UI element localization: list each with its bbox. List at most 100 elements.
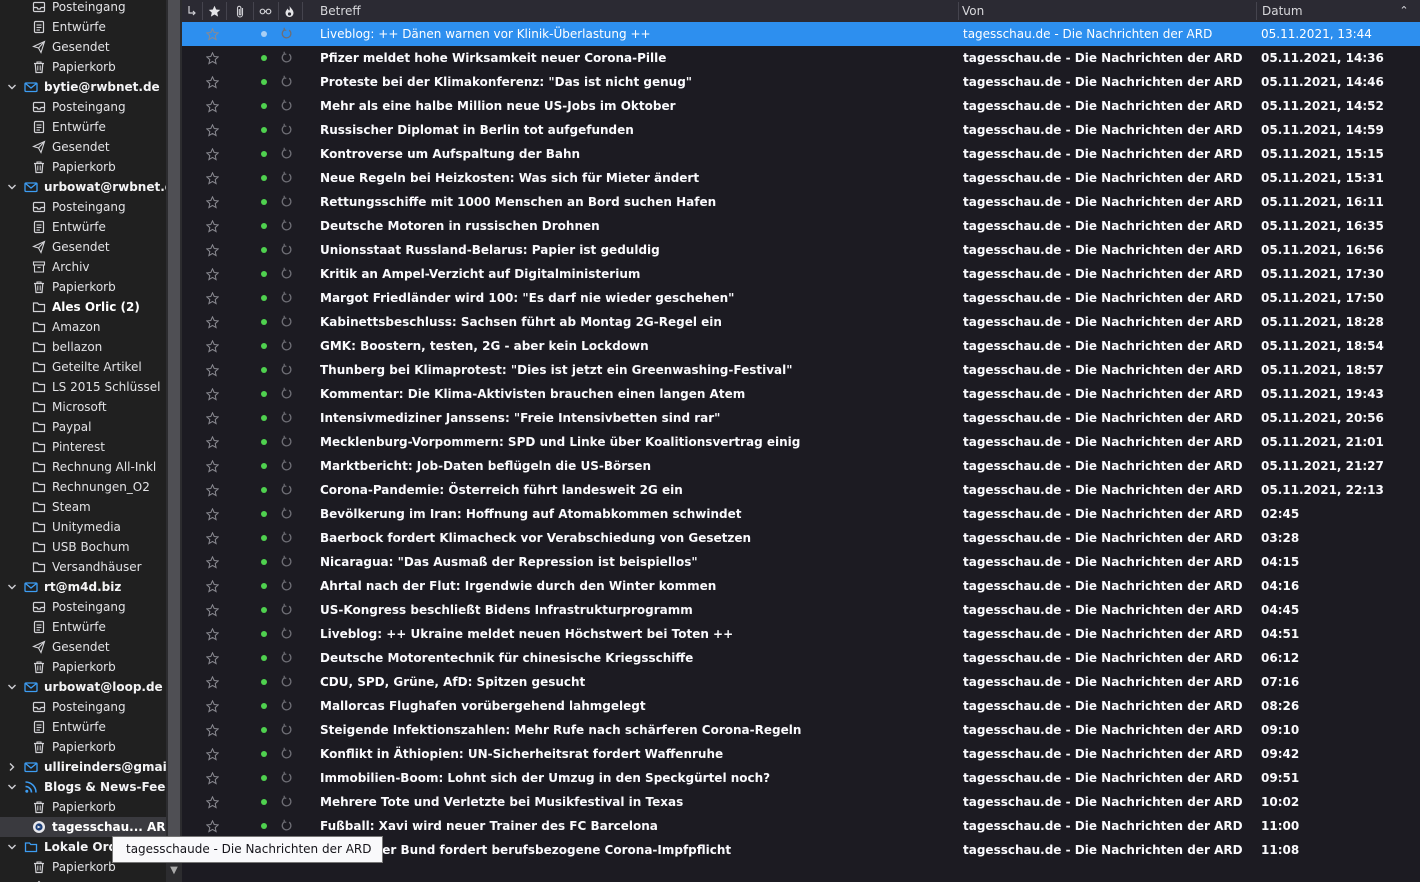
read-status-dot-icon[interactable] (261, 439, 267, 445)
message-row[interactable]: Russischer Diplomat in Berlin tot aufgef… (182, 118, 1420, 142)
message-row[interactable]: Kontroverse um Aufspaltung der Bahn tages… (182, 142, 1420, 166)
folder-tree-item[interactable]: Papierkorb (0, 737, 166, 757)
junk-status-icon[interactable] (280, 531, 294, 545)
star-icon[interactable] (206, 532, 219, 545)
junk-status-icon[interactable] (280, 195, 294, 209)
star-icon[interactable] (206, 580, 219, 593)
folder-tree-item[interactable]: Papierkorb (0, 797, 166, 817)
folder-tree-item[interactable]: Entwürfe (0, 17, 166, 37)
star-icon[interactable] (206, 388, 219, 401)
read-status-dot-icon[interactable] (261, 199, 267, 205)
star-icon[interactable] (206, 340, 219, 353)
star-icon[interactable] (206, 196, 219, 209)
message-row[interactable]: Proteste bei der Klimakonferenz: "Das is… (182, 70, 1420, 94)
chevron-right-icon[interactable] (6, 757, 18, 777)
junk-status-icon[interactable] (280, 27, 294, 41)
star-column-header[interactable] (203, 0, 225, 22)
folder-tree-account[interactable]: bytie@rwbnet.de (0, 77, 166, 97)
junk-status-icon[interactable] (280, 675, 294, 689)
read-status-dot-icon[interactable] (261, 727, 267, 733)
read-status-column-header[interactable] (254, 0, 278, 22)
message-row[interactable]: Unionsstaat Russland-Belarus: Papier ist… (182, 238, 1420, 262)
star-icon[interactable] (206, 316, 219, 329)
junk-status-icon[interactable] (280, 147, 294, 161)
star-icon[interactable] (206, 724, 219, 737)
read-status-dot-icon[interactable] (261, 535, 267, 541)
junk-status-icon[interactable] (280, 363, 294, 377)
message-row[interactable]: Kabinettsbeschluss: Sachsen führt ab Mon… (182, 310, 1420, 334)
folder-tree-item[interactable]: Posteingang (0, 697, 166, 717)
read-status-dot-icon[interactable] (261, 295, 267, 301)
message-row[interactable]: Thunberg bei Klimaprotest: "Dies ist jet… (182, 358, 1420, 382)
read-status-dot-icon[interactable] (261, 271, 267, 277)
message-row[interactable]: Bevölkerung im Iran: Hoffnung auf Atomab… (182, 502, 1420, 526)
junk-status-icon[interactable] (280, 387, 294, 401)
scroll-down-arrow-icon[interactable]: ▼ (166, 862, 182, 880)
read-status-dot-icon[interactable] (261, 103, 267, 109)
folder-tree-account[interactable]: urbowat@loop.de (0, 677, 166, 697)
folder-tree-item[interactable]: Rechnung All-Inkl (0, 457, 166, 477)
star-icon[interactable] (206, 508, 219, 521)
junk-status-icon[interactable] (280, 459, 294, 473)
star-icon[interactable] (206, 460, 219, 473)
read-status-dot-icon[interactable] (261, 151, 267, 157)
junk-status-icon[interactable] (280, 267, 294, 281)
junk-status-icon[interactable] (280, 627, 294, 641)
sort-ascending-icon[interactable]: ⌃ (1397, 0, 1411, 22)
read-status-dot-icon[interactable] (261, 127, 267, 133)
folder-tree-item[interactable]: Papierkorb (0, 157, 166, 177)
read-status-dot-icon[interactable] (261, 31, 267, 37)
message-row[interactable]: Liveblog: ++ Ukraine meldet neuen Höchst… (182, 622, 1420, 646)
folder-tree-item[interactable]: Entwürfe (0, 117, 166, 137)
star-icon[interactable] (206, 124, 219, 137)
junk-status-icon[interactable] (280, 435, 294, 449)
message-row[interactable]: Mehr als eine halbe Million neue US-Jobs… (182, 94, 1420, 118)
date-column-header[interactable]: Datum (1262, 0, 1382, 22)
message-row[interactable]: Steigende Infektionszahlen: Mehr Rufe na… (182, 718, 1420, 742)
junk-status-icon[interactable] (280, 555, 294, 569)
message-row[interactable]: Rettungsschiffe mit 1000 Menschen an Bor… (182, 190, 1420, 214)
folder-tree-item[interactable]: Steam (0, 497, 166, 517)
star-icon[interactable] (206, 172, 219, 185)
folder-tree-item[interactable]: Posteingang (0, 597, 166, 617)
read-status-dot-icon[interactable] (261, 319, 267, 325)
junk-status-icon[interactable] (280, 651, 294, 665)
junk-status-icon[interactable] (280, 411, 294, 425)
folder-tree-item[interactable]: Entwürfe (0, 717, 166, 737)
folder-tree-item[interactable]: Geteilte Artikel (0, 357, 166, 377)
junk-status-icon[interactable] (280, 171, 294, 185)
message-row[interactable]: GMK: Boostern, testen, 2G - aber kein Lo… (182, 334, 1420, 358)
message-row[interactable]: Kritik an Ampel-Verzicht auf Digitalmini… (182, 262, 1420, 286)
star-icon[interactable] (206, 772, 219, 785)
star-icon[interactable] (206, 748, 219, 761)
message-row[interactable]: Neue Regeln bei Heizkosten: Was sich für… (182, 166, 1420, 190)
chevron-down-icon[interactable] (6, 577, 18, 597)
folder-tree-item[interactable]: Ales Orlic (2) (0, 297, 166, 317)
message-row[interactable]: Pfizer meldet hohe Wirksamkeit neuer Cor… (182, 46, 1420, 70)
read-status-dot-icon[interactable] (261, 415, 267, 421)
star-icon[interactable] (206, 628, 219, 641)
read-status-dot-icon[interactable] (261, 655, 267, 661)
folder-tree-item[interactable]: Unitymedia (0, 517, 166, 537)
star-icon[interactable] (206, 556, 219, 569)
read-status-dot-icon[interactable] (261, 463, 267, 469)
star-icon[interactable] (206, 652, 219, 665)
folder-tree-item[interactable]: Postausgang (0, 877, 166, 882)
star-icon[interactable] (206, 28, 219, 41)
read-status-dot-icon[interactable] (261, 367, 267, 373)
junk-status-icon[interactable] (280, 99, 294, 113)
attachment-column-header[interactable] (227, 0, 253, 22)
folder-tree-item[interactable]: Posteingang (0, 197, 166, 217)
read-status-dot-icon[interactable] (261, 55, 267, 61)
message-row[interactable]: Intensivmediziner Janssens: "Freie Inten… (182, 406, 1420, 430)
read-status-dot-icon[interactable] (261, 799, 267, 805)
read-status-dot-icon[interactable] (261, 487, 267, 493)
star-icon[interactable] (206, 412, 219, 425)
star-icon[interactable] (206, 484, 219, 497)
read-status-dot-icon[interactable] (261, 343, 267, 349)
folder-tree-account[interactable]: ullireinders@gmail.com (0, 757, 166, 777)
folder-tree-account[interactable]: Blogs & News-Feeds (0, 777, 166, 797)
folder-tree-item[interactable]: Archiv (0, 257, 166, 277)
junk-status-icon[interactable] (280, 699, 294, 713)
read-status-dot-icon[interactable] (261, 703, 267, 709)
